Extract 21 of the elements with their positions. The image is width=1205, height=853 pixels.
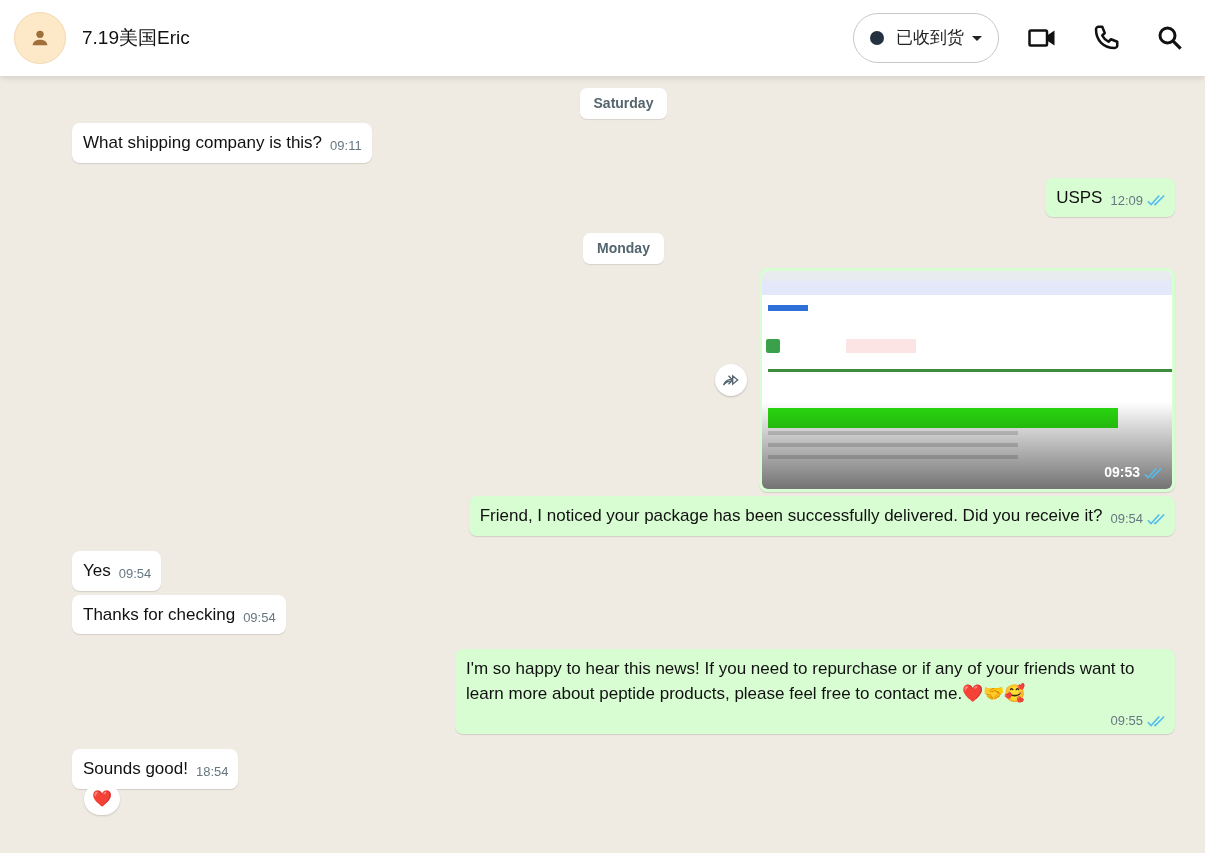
status-dropdown[interactable]: 已收到货 bbox=[853, 13, 999, 63]
message-text: What shipping company is this? bbox=[83, 132, 323, 154]
contact-name: 7.19美国Eric bbox=[82, 25, 190, 50]
caret-icon bbox=[972, 35, 982, 41]
message-text: Yes bbox=[83, 559, 111, 582]
message-time: 09:54 bbox=[118, 566, 152, 580]
forward-button[interactable] bbox=[715, 364, 747, 397]
reaction-badge: ❤ bbox=[84, 783, 120, 816]
message-time: 09:54 bbox=[1110, 512, 1143, 526]
message-time: 09:54 bbox=[243, 610, 276, 624]
message-text: Thanks for checking bbox=[83, 603, 236, 626]
message-time: 12:09 bbox=[1110, 193, 1143, 207]
message-time: 09:55 bbox=[1110, 714, 1143, 728]
message-text: I'm so happy to hear this news! If you need to repurchase or if any of your friends want to learn more about peptide products, please feel free to contact me.❤🤝🥰 bbox=[466, 658, 1136, 705]
message-time: 09:53 bbox=[1104, 463, 1140, 483]
avatar[interactable] bbox=[14, 12, 66, 64]
message-time: 09:11 bbox=[330, 139, 362, 152]
message-text: Friend, I noticed your package has been successfully delivered. Did you receive it? bbox=[479, 505, 1103, 528]
message-text: Sounds good! bbox=[83, 758, 188, 781]
message-time: 18:54 bbox=[195, 765, 229, 779]
message-text: USPS bbox=[1056, 186, 1103, 209]
